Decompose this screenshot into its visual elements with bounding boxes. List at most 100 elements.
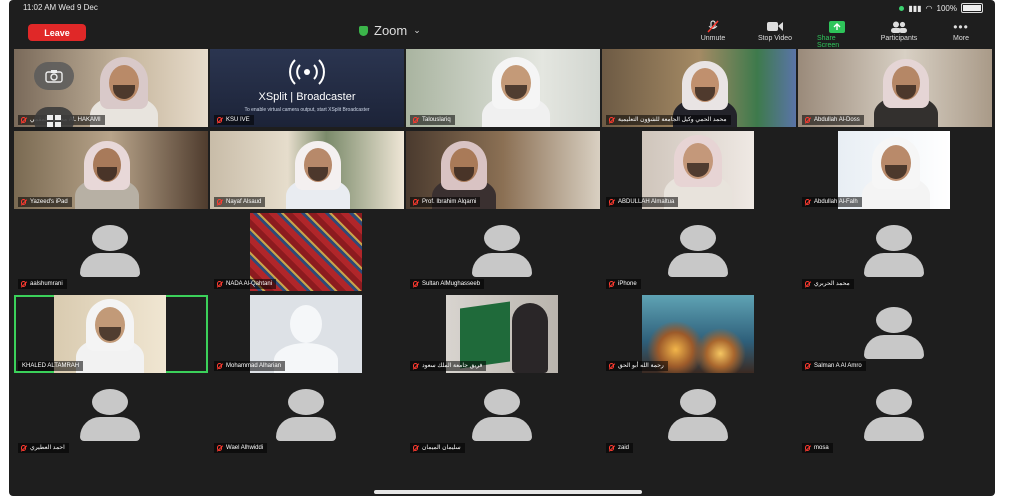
stop-video-button[interactable]: Stop Video [755,20,795,49]
participant-tile[interactable]: سليمان الميمان [406,377,600,455]
participant-name: Abdullah Al-Falh [802,197,862,207]
avatar-placeholder-icon [876,389,912,415]
participant-figure [868,53,944,127]
participant-tile[interactable]: Salman A Al Amro [798,295,992,373]
avatar-placeholder-icon [484,389,520,415]
participant-tile[interactable]: Talouslariq [406,49,600,127]
participant-name: aalshumrani [18,279,67,289]
participant-tile[interactable]: zaid [602,377,796,455]
muted-mic-icon [805,199,810,205]
participant-tile[interactable]: Nayaf Alsaud [210,131,404,209]
muted-mic-icon [609,117,614,123]
participant-name: KHALED ALTAMRAH [18,361,84,371]
home-indicator[interactable] [374,490,642,494]
participant-name: احمد العطيري [18,443,69,453]
participant-name-text: سليمان الميمان [422,445,461,451]
participant-name-text: Talouslariq [422,117,451,123]
participants-button[interactable]: Participants [879,20,919,49]
participant-tile[interactable]: aalshumrani [14,213,208,291]
participant-name: فريق جامعة الملك سعود [410,361,487,371]
leave-button[interactable]: Leave [28,24,86,41]
participant-tile[interactable]: محمد الحمي وكيل الجامعة للشؤون التعليمية [602,49,796,127]
participant-name-text: احمد العطيري [30,445,65,451]
participant-tile[interactable]: محمد الحربري [798,213,992,291]
participant-tile[interactable]: XSplit | Broadcaster To enable virtual ca… [210,49,404,127]
more-label: More [953,35,969,42]
muted-mic-icon [217,363,222,369]
status-time: 11:02 AM Wed 9 Dec [23,3,98,12]
broadcast-icon [210,57,404,92]
avatar-placeholder-body [276,417,336,441]
participant-name: سليمان الميمان [410,443,465,453]
more-button[interactable]: ••• More [941,20,981,49]
participant-name: Yazeed's iPad [18,197,72,207]
participant-name: Prof. Ibrahim Alqarni [410,197,481,207]
muted-mic-icon [413,199,418,205]
zoom-window: 11:02 AM Wed 9 Dec ▮▮▮ ◠ 100% Leave Zoom… [9,0,995,496]
participant-tile[interactable]: Abdullah Al-Falh [798,131,992,209]
participant-tile[interactable]: Mohammad Alharian [210,295,404,373]
participant-name-text: mosa [814,445,829,451]
unmute-label: Unmute [700,35,726,42]
participant-tile[interactable]: رحمة الله أبو الحق [602,295,796,373]
participant-tile[interactable]: ABDULLAH Almaltua [602,131,796,209]
participant-name: KSU IVE [214,115,254,125]
muted-mic-icon [217,117,222,123]
participant-tile[interactable]: Prof. Ibrahim Alqarni [406,131,600,209]
participant-name-text: NADA Al-Qahtani [226,281,273,287]
muted-mic-icon [805,363,810,369]
participant-name-text: iPhone [618,281,637,287]
meeting-title[interactable]: Zoom ⌄ [359,23,421,38]
participant-name-text: zaid [618,445,630,451]
participant-tile[interactable]: Wael Alhwiddi [210,377,404,455]
participant-tile[interactable]: KHALED ALTAMRAH [14,295,208,373]
avatar-placeholder-icon [484,225,520,251]
participant-name: Talouslariq [410,115,455,125]
participant-tile[interactable]: iPhone [602,213,796,291]
participant-name-text: Nayaf Alsaud [226,199,262,205]
share-screen-button[interactable]: Share Screen [817,20,857,49]
avatar-placeholder-body [668,417,728,441]
wifi-icon: ◠ [925,3,933,13]
avatar-placeholder-body [864,417,924,441]
switch-camera-button[interactable] [34,62,74,90]
participant-name: رحمة الله أبو الحق [606,361,668,371]
participant-tile[interactable]: mosa [798,377,992,455]
avatar-placeholder-icon [680,225,716,251]
stop-video-label: Stop Video [757,35,793,42]
muted-mic-icon [609,281,614,287]
battery-label: 100% [936,3,957,13]
participant-name: NADA Al-Qahtani [214,279,277,289]
avatar-placeholder-body [472,417,532,441]
video-camera-icon [767,20,783,33]
muted-mic-icon [413,445,418,451]
participants-label: Participants [880,35,918,42]
view-options-button[interactable] [34,107,74,127]
status-bar: 11:02 AM Wed 9 Dec ▮▮▮ ◠ 100% [9,0,995,16]
participant-name-text: رحمة الله أبو الحق [618,363,664,369]
participant-name: Nayaf Alsaud [214,197,266,207]
app-title: Zoom [374,23,408,38]
chevron-down-icon: ⌄ [413,25,421,35]
participant-tile[interactable]: NADA Al-Qahtani [210,213,404,291]
muted-mic-icon [21,117,26,123]
participant-tile[interactable]: Sultan AlMughasseeb [406,213,600,291]
participant-tile[interactable]: احمد العطيري [14,377,208,455]
participant-tile[interactable]: Abdullah Al-Doss [798,49,992,127]
muted-mic-icon [21,445,26,451]
muted-mic-icon [413,117,418,123]
camera-indicator-icon [899,5,905,11]
participant-tile[interactable]: فريق جامعة الملك سعود [406,295,600,373]
participant-name: ABDULLAH Almaltua [606,197,679,207]
participant-tile[interactable]: محسن المقمي AL HAKAMI [14,49,208,127]
participant-figure [476,51,556,127]
meeting-toolbar: Leave Zoom ⌄ Unmute Stop Video Share Scr… [9,16,995,49]
participant-name-text: Wael Alhwiddi [226,445,264,451]
participant-name: Salman A Al Amro [802,361,866,371]
muted-mic-icon [805,117,810,123]
participant-name-text: KSU IVE [226,117,250,123]
participant-tile[interactable]: Yazeed's iPad [14,131,208,209]
share-screen-icon [829,20,845,33]
unmute-button[interactable]: Unmute [693,20,733,49]
muted-mic-icon [413,363,418,369]
